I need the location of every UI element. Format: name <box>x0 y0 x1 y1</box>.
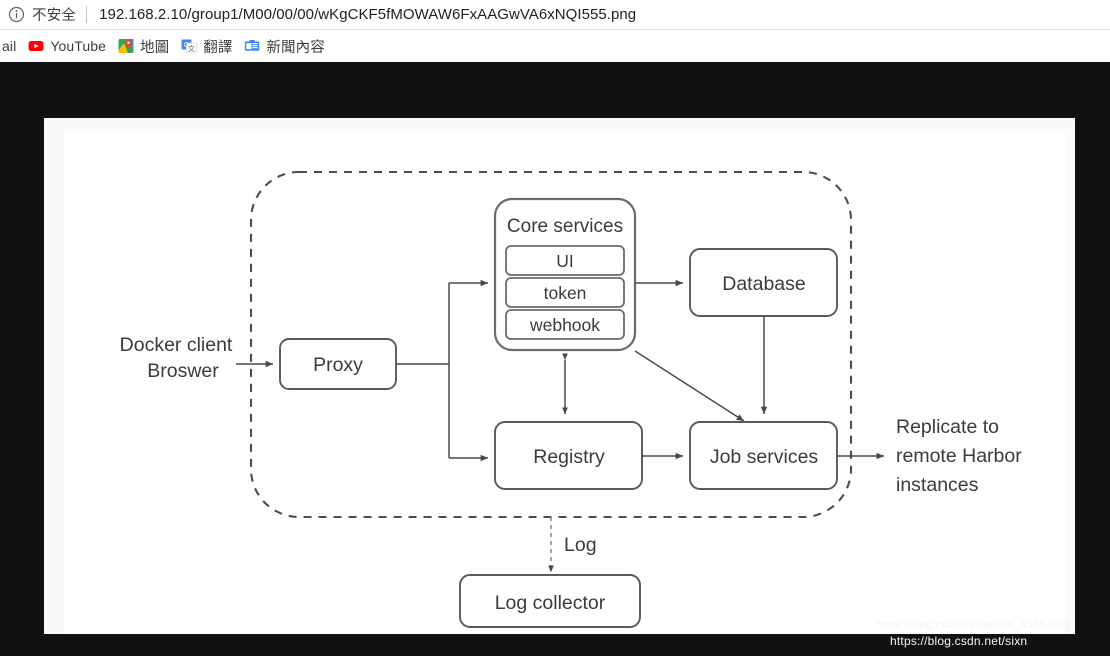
bookmark-label: YouTube <box>50 38 107 54</box>
google-news-icon <box>244 38 260 54</box>
replicate-label-line1: Replicate to <box>896 416 999 438</box>
bookmarks-bar: ail YouTube 地圖 文 翻譯 新聞內容 <box>0 30 1110 62</box>
omnibox-divider <box>86 6 88 23</box>
replicate-label-line2: remote Harbor <box>896 445 1022 467</box>
bookmark-gmail[interactable]: ail <box>0 33 22 59</box>
node-core-webhook: webhook <box>505 309 625 340</box>
node-registry: Registry <box>494 421 643 490</box>
node-proxy-label: Proxy <box>313 354 363 376</box>
edge-core-to-job-services <box>634 350 745 422</box>
node-proxy: Proxy <box>279 338 397 390</box>
bookmark-label: 新聞內容 <box>266 39 325 56</box>
bookmark-news[interactable]: 新聞內容 <box>238 33 330 59</box>
image-canvas: Docker client Broswer Proxy Core service… <box>44 118 1075 648</box>
node-log-collector: Log collector <box>459 574 641 628</box>
youtube-icon <box>28 38 44 54</box>
node-job-services-label: Job services <box>710 446 819 468</box>
image-content: Docker client Broswer Proxy Core service… <box>64 132 1070 648</box>
watermark-line2: https://blog.csdn.net/sixn <box>890 634 1028 648</box>
diagram-svg: Docker client Broswer Proxy Core service… <box>120 170 1022 628</box>
google-maps-icon <box>118 38 134 54</box>
docker-client-label-line1: Docker client <box>120 334 233 356</box>
watermark-line1: https://blog.csdn.net/weixin_43557805 <box>876 619 1071 631</box>
bookmark-label: 翻譯 <box>203 39 233 56</box>
google-translate-icon: G 文 <box>181 38 198 54</box>
node-job-services: Job services <box>689 421 838 490</box>
node-core-ui: UI <box>505 245 625 276</box>
node-log-collector-label: Log collector <box>495 592 606 614</box>
omnibox[interactable]: 不安全 192.168.2.10/group1/M00/00/00/wKgCKF… <box>0 0 1110 29</box>
node-core-services: Core services UI token webhook <box>493 197 637 352</box>
node-core-webhook-label: webhook <box>529 315 600 335</box>
bookmark-youtube[interactable]: YouTube <box>22 33 112 59</box>
image-viewer: Docker client Broswer Proxy Core service… <box>0 62 1110 656</box>
harbor-architecture-diagram: Docker client Broswer Proxy Core service… <box>64 132 1095 648</box>
node-registry-label: Registry <box>533 446 605 468</box>
bookmark-label: ail <box>2 38 17 54</box>
docker-client-label-line2: Broswer <box>147 360 219 382</box>
node-core-token-label: token <box>544 283 587 303</box>
log-label: Log <box>564 534 597 556</box>
node-core-ui-label: UI <box>556 251 574 271</box>
node-core-services-label: Core services <box>507 216 623 237</box>
browser-chrome: 不安全 192.168.2.10/group1/M00/00/00/wKgCKF… <box>0 0 1110 62</box>
node-database-label: Database <box>722 273 805 295</box>
bookmark-label: 地圖 <box>140 39 170 56</box>
bookmark-maps[interactable]: 地圖 <box>112 33 175 59</box>
info-circle-icon[interactable] <box>8 6 25 23</box>
url-text[interactable]: 192.168.2.10/group1/M00/00/00/wKgCKF5fMO… <box>99 6 636 23</box>
bookmark-translate[interactable]: G 文 翻譯 <box>175 33 238 59</box>
svg-text:文: 文 <box>188 44 195 53</box>
node-database: Database <box>689 248 838 317</box>
not-secure-label: 不安全 <box>32 8 77 24</box>
node-core-token: token <box>505 277 625 308</box>
replicate-label-line3: instances <box>896 474 979 496</box>
